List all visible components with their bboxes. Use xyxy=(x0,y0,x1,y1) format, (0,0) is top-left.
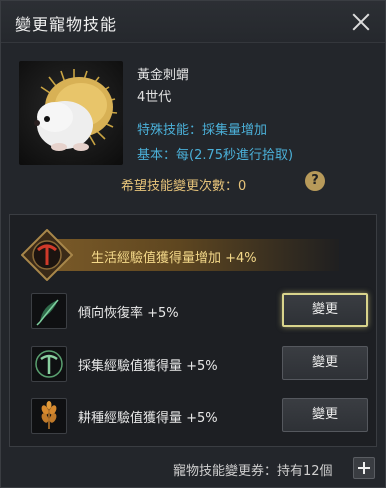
skill-row: 傾向恢復率 +5% 變更 xyxy=(26,291,368,331)
pet-skill-window: 變更寵物技能 黃金刺蝟 4世代 特殊技能：採集量增加 基本：每(2.75秒進行拾… xyxy=(0,0,386,488)
change-button[interactable]: 變更 xyxy=(282,346,368,380)
title-bar: 變更寵物技能 xyxy=(1,1,385,43)
skill-row: 耕種經驗值獲得量 +5% 變更 xyxy=(26,396,368,436)
plus-icon[interactable] xyxy=(353,457,375,479)
coupon-count: 寵物技能變更券：持有12個 xyxy=(173,464,333,479)
special-skill: 特殊技能：採集量增加 xyxy=(137,123,268,138)
main-skill-text: 生活經驗值獲得量增加 +4% xyxy=(91,251,257,266)
wheat-icon xyxy=(31,398,67,434)
pickaxe-emblem-icon xyxy=(21,229,73,281)
basic-info: 基本：每(2.75秒進行拾取) xyxy=(137,148,294,163)
change-button[interactable]: 變更 xyxy=(282,398,368,432)
pet-portrait xyxy=(19,61,123,165)
skill-text: 耕種經驗值獲得量 +5% xyxy=(78,411,218,426)
skills-panel: 生活經驗值獲得量增加 +4% 傾向恢復率 +5% 變更 採集經驗值獲得量 +5%… xyxy=(9,214,377,447)
change-button[interactable]: 變更 xyxy=(282,293,368,327)
skill-row: 採集經驗值獲得量 +5% 變更 xyxy=(26,344,368,384)
wish-change-count: 希望技能變更次數：0 xyxy=(121,179,247,194)
pet-name: 黃金刺蝟 xyxy=(137,68,190,83)
skill-text: 傾向恢復率 +5% xyxy=(78,306,179,321)
help-icon[interactable]: ? xyxy=(305,171,325,191)
pet-info-panel: 黃金刺蝟 4世代 特殊技能：採集量增加 基本：每(2.75秒進行拾取) 希望技能… xyxy=(9,51,377,199)
skill-text: 採集經驗值獲得量 +5% xyxy=(78,359,218,374)
pickaxe-icon xyxy=(31,346,67,382)
pet-generation: 4世代 xyxy=(137,90,172,105)
hedgehog-icon xyxy=(34,69,118,151)
feather-icon xyxy=(31,293,67,329)
main-skill: 生活經驗值獲得量增加 +4% xyxy=(15,227,372,283)
close-icon[interactable] xyxy=(349,10,373,34)
window-title: 變更寵物技能 xyxy=(15,15,118,34)
